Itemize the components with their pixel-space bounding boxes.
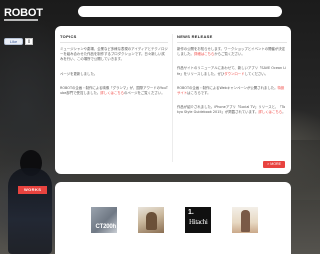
work-thumbnail-title: Hitachi — [189, 218, 208, 226]
inline-link[interactable]: ダウンロード — [224, 72, 244, 76]
news-item[interactable]: 作品サイトのリニューアルにあわせて、新しいアプリ「SAVE Ocean Life… — [177, 66, 287, 76]
news-more-button[interactable]: > MORE — [263, 161, 285, 168]
background-person — [8, 168, 52, 254]
search-bar[interactable] — [78, 6, 282, 17]
topics-item[interactable]: ROBOTの企画・制作による映像「グランマ」が、国際アワードのYouTube部門… — [60, 86, 168, 96]
column-divider — [172, 34, 173, 162]
news-item[interactable]: 作品が紹介されました。iPhoneアプリ「Social TV」リリースと、「To… — [177, 105, 287, 115]
work-thumbnail-number: 1. — [188, 209, 194, 216]
topics-item: ミュージシャンや劇場、企業など多様な表現のアイディアとテクノロジーを組み合わせた… — [60, 47, 168, 62]
topics-item: ページを更新しました。 — [60, 71, 98, 76]
thumbnail-person — [241, 210, 250, 232]
inline-link[interactable]: 詳細はこちら — [194, 52, 214, 56]
news-item[interactable]: 新作の公開をお知らせします。ワークショップとイベントの開催が決定しました。詳細は… — [177, 47, 287, 57]
work-thumbnail[interactable]: 1. Hitachi — [185, 207, 211, 233]
inline-link[interactable]: 詳しくはこちら — [258, 110, 282, 114]
topics-heading: TOPICS — [60, 34, 168, 43]
work-thumbnail[interactable] — [232, 207, 258, 233]
work-thumbnail[interactable]: CT200h — [91, 207, 117, 233]
work-thumbnail[interactable] — [138, 207, 164, 233]
works-heading: WORKS — [18, 186, 48, 194]
logo-underline — [4, 19, 38, 21]
site-logo[interactable]: ROBOT — [4, 7, 43, 19]
topics-column: TOPICS ミュージシャンや劇場、企業など多様な表現のアイディアとテクノロジー… — [60, 34, 168, 105]
thumbnail-person — [146, 212, 157, 230]
share-button[interactable]: Like — [4, 38, 23, 45]
content-panel: TOPICS ミュージシャンや劇場、企業など多様な表現のアイディアとテクノロジー… — [55, 26, 291, 174]
news-heading: NEWS RELEASE — [177, 34, 287, 43]
news-item[interactable]: ROBOTの企画・制作によるWebキャンペーンが公開されました。特設サイトはこち… — [177, 86, 287, 96]
share-count: 0 — [25, 38, 33, 45]
news-column: NEWS RELEASE 新作の公開をお知らせします。ワークショップとイベントの… — [177, 34, 287, 125]
inline-link[interactable]: 詳しくはこちら — [100, 91, 124, 95]
work-thumbnail-title: CT200h — [95, 224, 117, 230]
inline-link[interactable]: 特設サイト — [177, 86, 284, 95]
